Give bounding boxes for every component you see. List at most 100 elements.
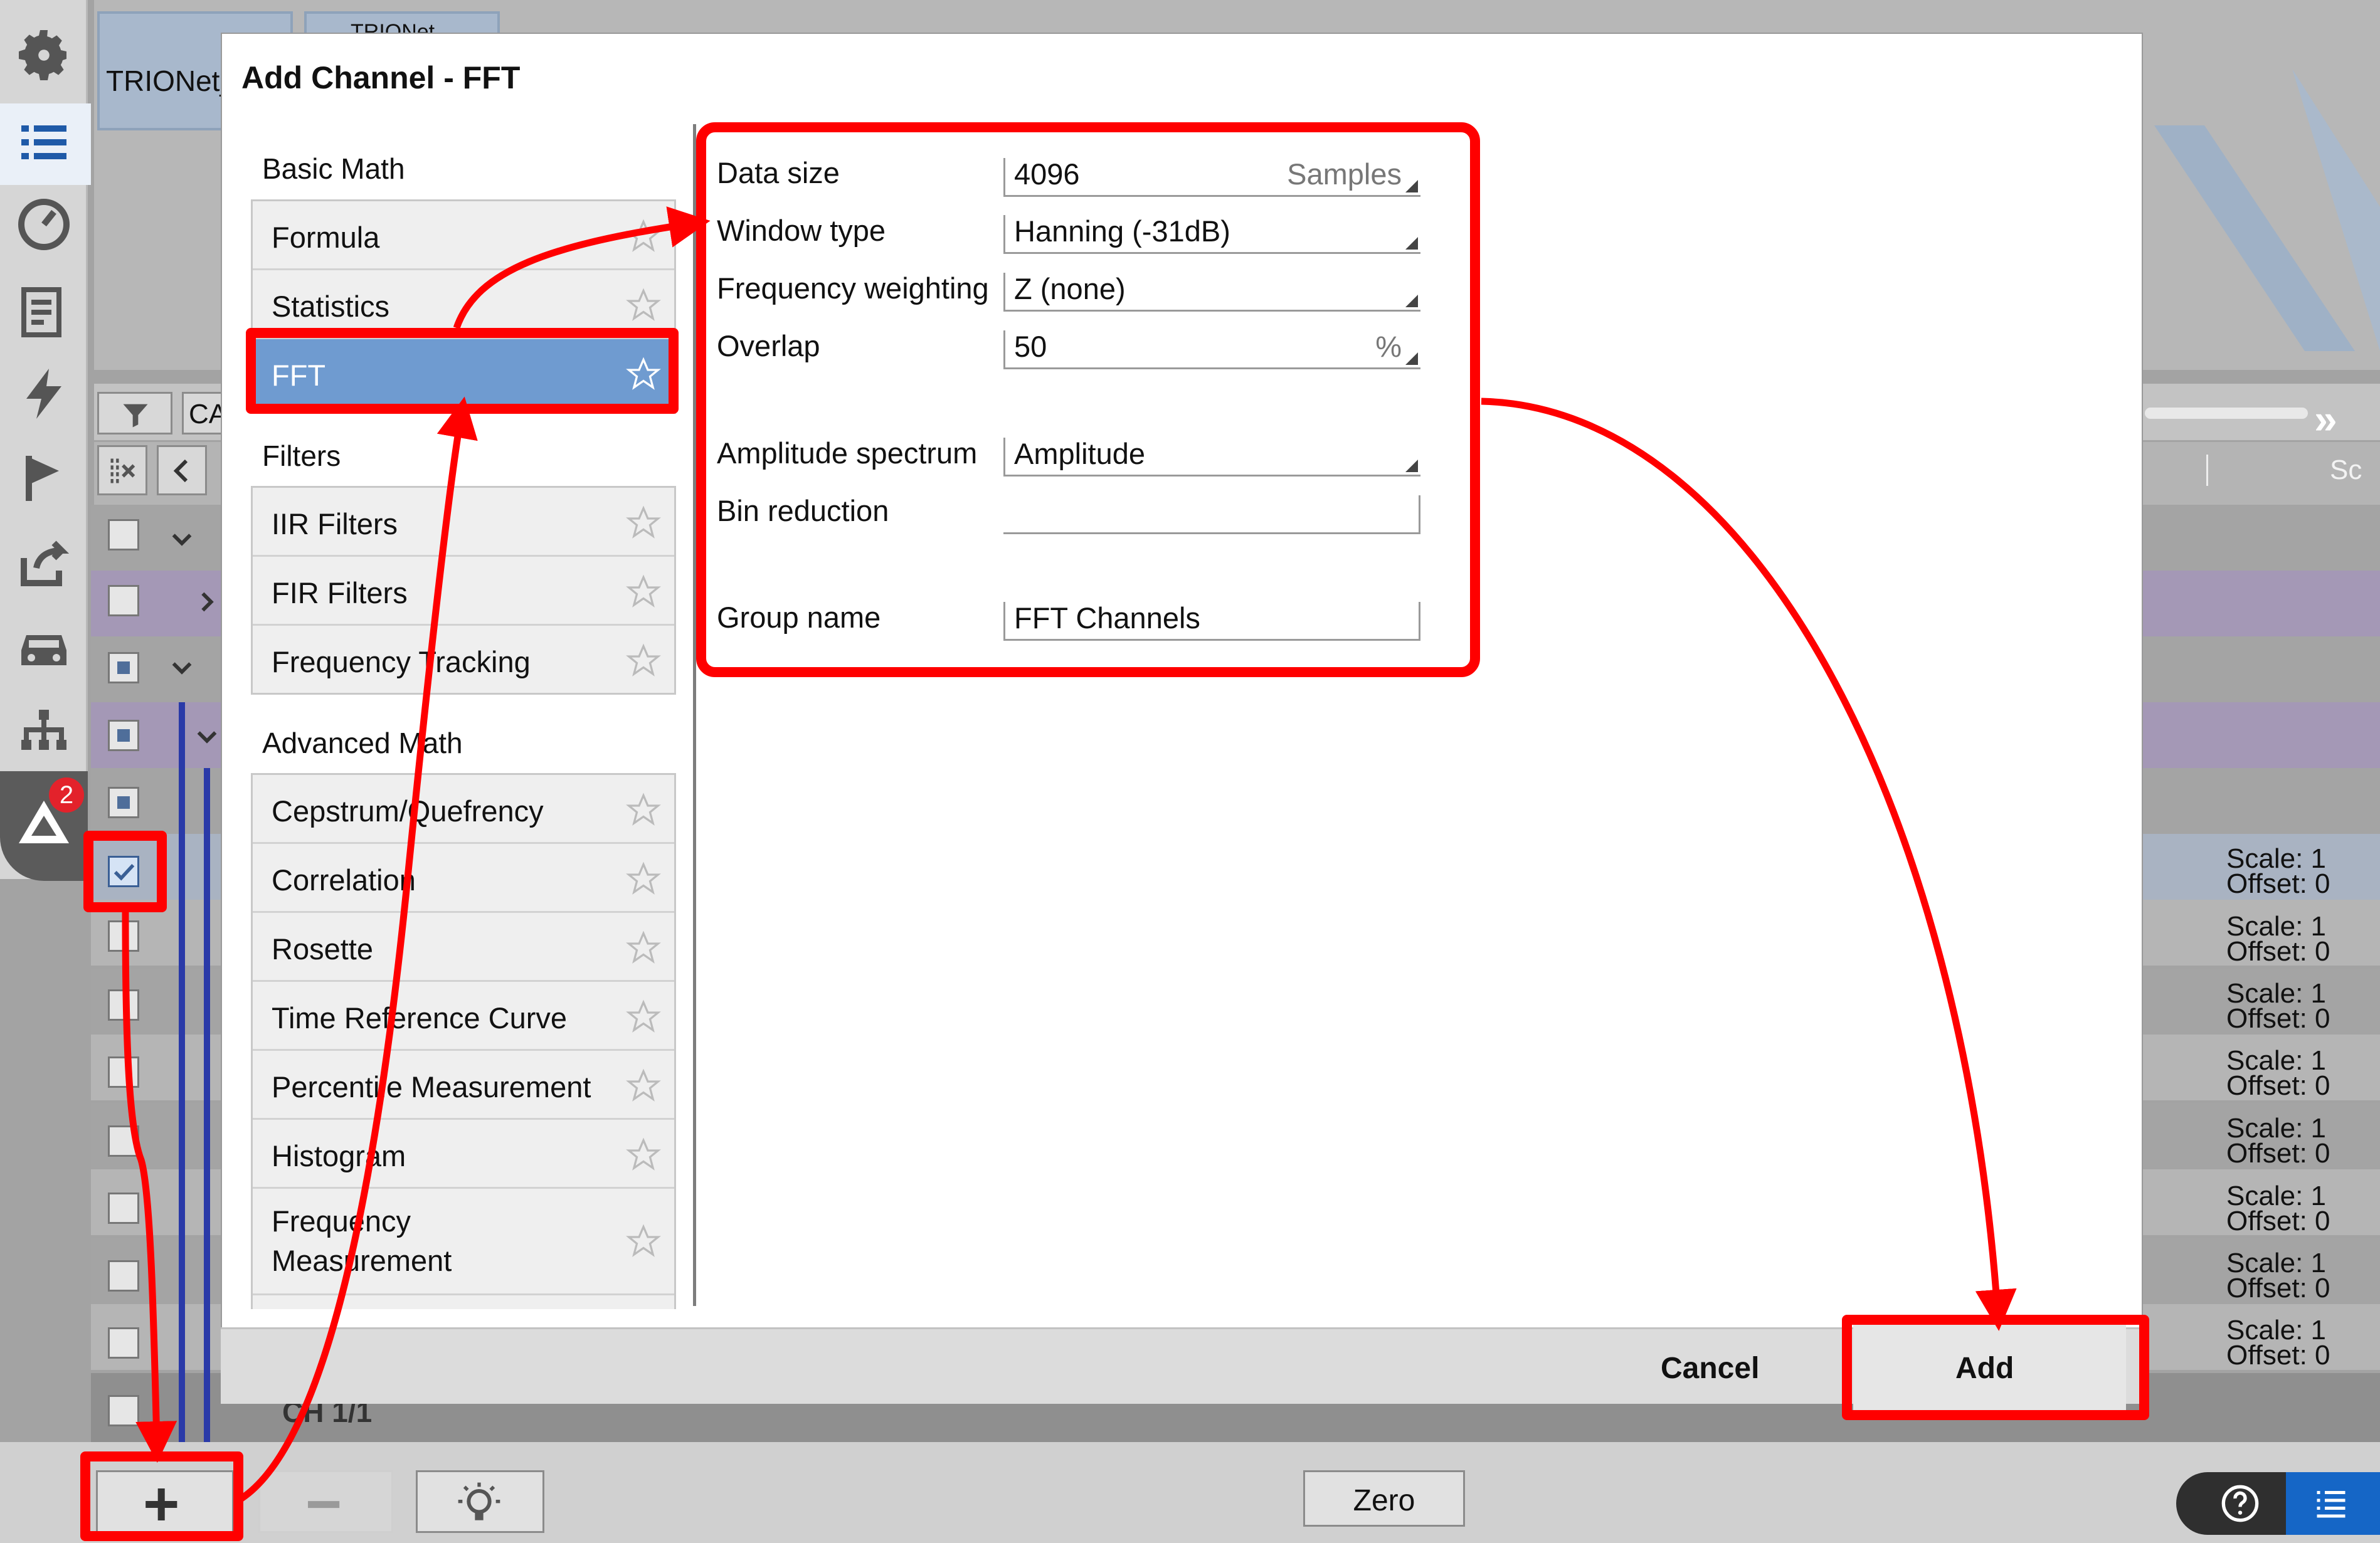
list-item-percentile-measurement[interactable]: Percentile Measurement <box>253 1051 674 1120</box>
report-icon[interactable] <box>14 282 74 342</box>
annotation-box-checkbox <box>83 831 167 912</box>
row-checkbox[interactable] <box>108 920 139 952</box>
column-filter-box[interactable]: CA <box>182 392 227 434</box>
chevron-down-icon[interactable] <box>169 527 194 552</box>
row-checkbox[interactable] <box>108 652 139 683</box>
clear-columns-button[interactable] <box>97 445 147 495</box>
list-view-icon <box>2317 1491 2346 1518</box>
list-item-label: Correlation <box>272 863 416 897</box>
list-item-fir-filters[interactable]: FIR Filters <box>253 557 674 626</box>
list-item-histogram[interactable]: Histogram <box>253 1120 674 1189</box>
dialog-title: Add Channel - FFT <box>241 60 521 95</box>
row-checkbox[interactable] <box>108 989 139 1021</box>
list-item-label: Histogram <box>272 1139 406 1172</box>
star-icon[interactable] <box>625 219 662 254</box>
section-heading-advanced-math: Advanced Math <box>262 727 463 759</box>
row-checkbox[interactable] <box>108 787 139 818</box>
row-checkbox[interactable] <box>108 1193 139 1224</box>
notification-badge: 2 <box>49 777 84 813</box>
star-icon[interactable] <box>625 793 662 828</box>
scale-offset-cell: Scale: 1 Offset: 0 <box>2226 1047 2330 1100</box>
list-icon[interactable] <box>14 113 74 173</box>
offset-value: Offset: 0 <box>2226 1003 2330 1034</box>
network-icon[interactable] <box>14 702 74 762</box>
double-chevron-right-icon[interactable]: » <box>2314 395 2337 443</box>
row-checkbox[interactable] <box>108 1327 139 1359</box>
tree-line <box>179 702 185 1442</box>
chevron-down-icon[interactable] <box>194 724 219 749</box>
chevron-right-icon[interactable] <box>194 589 219 614</box>
dewesoft-watermark-logo <box>2154 69 2380 351</box>
row-checkbox[interactable] <box>108 1056 139 1088</box>
scale-value: Scale: 1 <box>2226 1113 2326 1144</box>
help-icon[interactable] <box>2220 1483 2260 1524</box>
chevron-down-icon[interactable] <box>169 655 194 680</box>
scale-value: Scale: 1 <box>2226 1181 2326 1211</box>
list-item-label: Rosette <box>272 932 373 966</box>
filters-list: IIR Filters FIR Filters Frequency Tracki… <box>251 486 676 695</box>
star-icon[interactable] <box>625 505 662 540</box>
minus-icon: − <box>305 1469 342 1539</box>
device-tab-label: TRIONet_ <box>106 65 236 97</box>
offset-value: Offset: 0 <box>2226 1206 2330 1236</box>
star-icon[interactable] <box>625 930 662 966</box>
row-checkbox[interactable] <box>108 1260 139 1292</box>
list-item-label: Time Reference Curve <box>272 1001 568 1035</box>
star-icon[interactable] <box>625 1137 662 1172</box>
star-icon[interactable] <box>625 574 662 609</box>
flag-icon[interactable] <box>14 448 74 508</box>
row-checkbox[interactable] <box>108 720 139 751</box>
offset-value: Offset: 0 <box>2226 936 2330 967</box>
list-item-cepstrum[interactable]: Cepstrum/Quefrency <box>253 775 674 844</box>
gauge-icon[interactable] <box>14 194 74 255</box>
star-icon[interactable] <box>625 1224 662 1259</box>
list-item-correlation[interactable]: Correlation <box>253 844 674 913</box>
sensor-wizard-button[interactable] <box>416 1470 544 1533</box>
star-icon[interactable] <box>625 288 662 323</box>
cancel-button[interactable]: Cancel <box>1661 1351 1759 1386</box>
advanced-math-list: Cepstrum/Quefrency Correlation Rosette T… <box>251 773 676 1309</box>
scale-value: Scale: 1 <box>2226 843 2326 874</box>
star-icon[interactable] <box>625 999 662 1035</box>
magic-lightbulb-icon <box>458 1482 500 1520</box>
list-item-label: Cepstrum/Quefrency <box>272 794 544 828</box>
car-icon[interactable] <box>14 618 74 678</box>
list-item-frequency-tracking[interactable]: Frequency Tracking <box>253 626 674 695</box>
channel-list-view-button[interactable] <box>2286 1472 2380 1535</box>
row-checkbox[interactable] <box>108 519 139 550</box>
scale-offset-cell: Scale: 1 Offset: 0 <box>2226 1113 2330 1169</box>
list-item-rosette[interactable]: Rosette <box>253 913 674 982</box>
list-item-time-reference-curve[interactable]: Time Reference Curve <box>253 982 674 1051</box>
gear-icon[interactable] <box>14 25 74 85</box>
annotation-box-properties <box>696 122 1480 677</box>
offset-value: Offset: 0 <box>2226 1340 2330 1371</box>
scale-column-header: Sc <box>2330 455 2362 485</box>
chevron-left-icon <box>173 459 188 483</box>
star-icon[interactable] <box>625 1068 662 1103</box>
lightning-icon[interactable] <box>14 364 74 424</box>
row-checkbox[interactable] <box>108 1125 139 1157</box>
section-heading-filters: Filters <box>262 440 341 472</box>
filter-button[interactable] <box>97 392 172 434</box>
list-item-label: Statistics <box>272 290 390 323</box>
scroll-left-button[interactable] <box>157 445 207 495</box>
star-icon[interactable] <box>625 861 662 897</box>
list-item-formula[interactable]: Formula <box>253 201 674 270</box>
zoom-slider[interactable] <box>2145 408 2308 419</box>
scale-offset-cell: Scale: 1 Offset: 0 <box>2226 843 2330 898</box>
row-checkbox[interactable] <box>108 585 139 616</box>
clear-columns-icon <box>110 458 135 483</box>
star-icon[interactable] <box>625 643 662 678</box>
list-item-frequency-measurement[interactable]: Frequency Measurement <box>253 1189 674 1295</box>
list-item-iir-filters[interactable]: IIR Filters <box>253 488 674 557</box>
row-checkbox[interactable] <box>108 1395 139 1426</box>
scale-value: Scale: 1 <box>2226 978 2326 1009</box>
export-icon[interactable] <box>14 533 74 593</box>
zero-button-label: Zero <box>1353 1484 1415 1517</box>
remove-channel-button[interactable]: − <box>258 1469 393 1539</box>
offset-value: Offset: 0 <box>2226 1138 2330 1169</box>
tree-line <box>204 768 210 1442</box>
offset-value: Offset: 0 <box>2226 1273 2330 1303</box>
scale-offset-cell: Scale: 1 Offset: 0 <box>2226 913 2330 967</box>
zero-button[interactable]: Zero <box>1303 1470 1465 1527</box>
